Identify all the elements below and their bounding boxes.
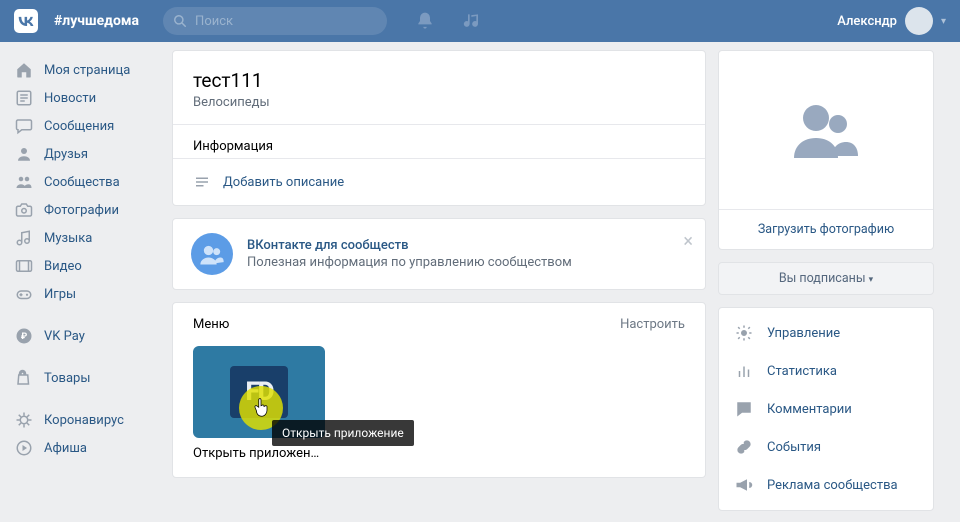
lines-icon: [193, 173, 211, 191]
search-box[interactable]: [163, 7, 387, 35]
user-menu[interactable]: Алексндр ▾: [837, 7, 946, 35]
sidebar: Моя страница Новости Сообщения Друзья Со…: [8, 50, 160, 511]
manage-stats[interactable]: Статистика: [719, 352, 933, 390]
camera-icon: [14, 200, 34, 220]
menu-heading: Меню: [193, 317, 229, 332]
nav-my-page[interactable]: Моя страница: [8, 56, 160, 84]
search-icon: [173, 14, 187, 28]
group-category: Велосипеды: [193, 95, 685, 110]
nav-news[interactable]: Новости: [8, 84, 160, 112]
stats-icon: [735, 362, 755, 380]
top-header: #лучшедома Алексндр ▾: [0, 0, 960, 42]
menu-configure[interactable]: Настроить: [620, 317, 685, 332]
info-heading: Информация: [173, 125, 705, 158]
vk-logo[interactable]: [8, 3, 44, 39]
manage-events[interactable]: События: [719, 428, 933, 466]
manage-card: Управление Статистика Комментарии Событи…: [718, 307, 934, 511]
header-hashtag[interactable]: #лучшедома: [54, 13, 139, 29]
manage-comments[interactable]: Комментарии: [719, 390, 933, 428]
nav-video[interactable]: Видео: [8, 252, 160, 280]
close-icon[interactable]: ×: [683, 231, 693, 252]
nav-market[interactable]: Товары: [8, 364, 160, 392]
nav-corona[interactable]: Коронавирус: [8, 406, 160, 434]
megaphone-icon: [735, 476, 755, 494]
nav-photos[interactable]: Фотографии: [8, 196, 160, 224]
bell-icon[interactable]: [415, 11, 435, 31]
upload-photo-button[interactable]: Загрузить фотографию: [719, 209, 933, 249]
video-icon: [14, 256, 34, 276]
bag-icon: [14, 368, 34, 388]
username: Алексндр: [837, 14, 897, 29]
promo-subtitle: Полезная информация по управлению сообще…: [247, 255, 572, 270]
play-circle-icon: [14, 438, 34, 458]
search-input[interactable]: [195, 14, 377, 29]
manage-ads[interactable]: Реклама сообщества: [719, 466, 933, 504]
gear-icon: [735, 324, 755, 342]
svg-text:₽: ₽: [21, 332, 28, 342]
cover-card: Загрузить фотографию: [718, 50, 934, 250]
nav-music[interactable]: Музыка: [8, 224, 160, 252]
nav-communities[interactable]: Сообщества: [8, 168, 160, 196]
communities-icon: [14, 172, 34, 192]
group-title: тест111: [193, 69, 685, 92]
nav-games[interactable]: Игры: [8, 280, 160, 308]
music-icon[interactable]: [463, 11, 483, 31]
music-nav-icon: [14, 228, 34, 248]
tooltip: Открыть приложение: [272, 420, 414, 446]
nav-friends[interactable]: Друзья: [8, 140, 160, 168]
friends-icon: [14, 144, 34, 164]
nav-vkpay[interactable]: ₽VK Pay: [8, 322, 160, 350]
app-label[interactable]: Открыть приложен…: [193, 446, 325, 461]
avatar: [905, 7, 933, 35]
news-icon: [14, 88, 34, 108]
link-icon: [735, 438, 755, 456]
manage-settings[interactable]: Управление: [719, 314, 933, 352]
nav-afisha[interactable]: Афиша: [8, 434, 160, 462]
vkpay-icon: ₽: [14, 326, 34, 346]
promo-title[interactable]: ВКонтакте для сообществ: [247, 238, 572, 253]
promo-icon: [191, 233, 233, 275]
menu-card: Меню Настроить FD Открыть приложение Отк…: [172, 302, 706, 478]
cover-placeholder: [719, 51, 933, 209]
subscribe-button[interactable]: Вы подписаны ▾: [718, 262, 934, 295]
add-description-button[interactable]: Добавить описание: [173, 158, 705, 205]
message-icon: [14, 116, 34, 136]
virus-icon: [14, 410, 34, 430]
chevron-down-icon: ▾: [941, 16, 946, 27]
nav-messages[interactable]: Сообщения: [8, 112, 160, 140]
group-header-card: тест111 Велосипеды Информация Добавить о…: [172, 50, 706, 206]
home-icon: [14, 60, 34, 80]
gamepad-icon: [14, 284, 34, 304]
promo-card: ВКонтакте для сообществ Полезная информа…: [172, 218, 706, 290]
comment-icon: [735, 400, 755, 418]
